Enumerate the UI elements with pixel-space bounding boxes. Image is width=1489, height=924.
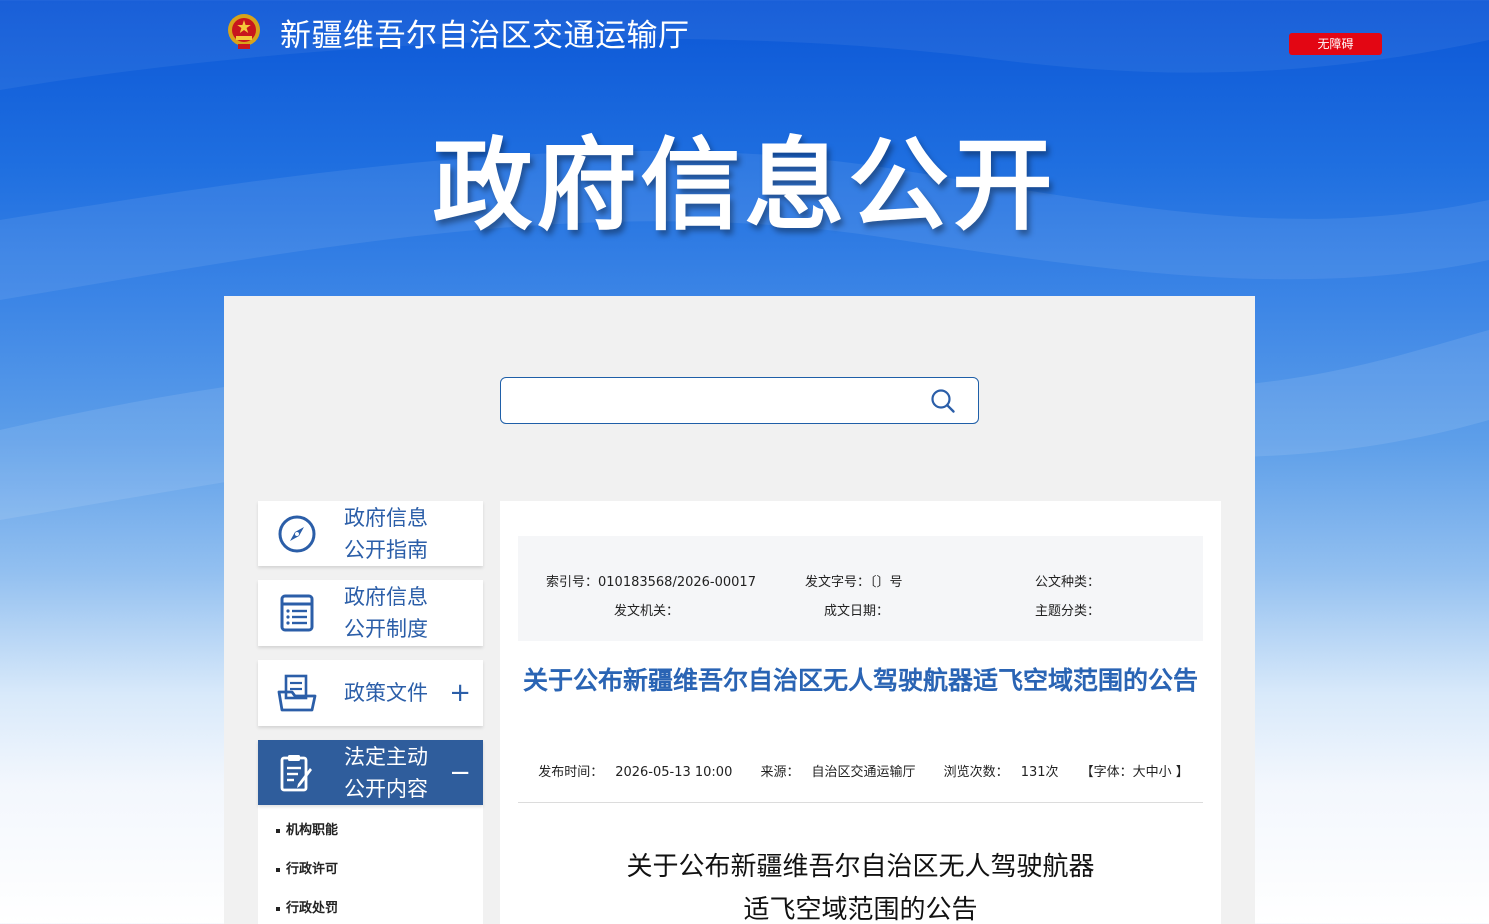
body-title-line: 关于公布新疆维吾尔自治区无人驾驶航器 — [626, 852, 1095, 882]
info-value: 131次 — [1020, 765, 1059, 780]
sidebar-item-mandatory-disclosure[interactable]: 法定主动公开内容 − — [258, 740, 483, 805]
meta-value: 〔〕号 — [870, 575, 903, 590]
article-content: 索引号：010183568/2026-00017 发文字号：〔〕号 公文种类： … — [500, 501, 1221, 924]
compass-icon — [278, 515, 316, 552]
meta-label: 主题分类： — [1035, 604, 1101, 619]
collapse-toggle-icon[interactable]: − — [449, 758, 471, 788]
search-icon[interactable] — [930, 388, 956, 414]
info-value: 自治区交通运输厅 — [811, 765, 916, 780]
sidebar-item-policy[interactable]: 政策文件 + — [258, 660, 483, 726]
site-header: 新疆维吾尔自治区交通运输厅 无障碍 — [0, 0, 1489, 70]
search-input[interactable] — [513, 386, 913, 416]
article-body-title: 关于公布新疆维吾尔自治区无人驾驶航器 适飞空域范围的公告 — [518, 846, 1203, 924]
info-label: 浏览次数： — [943, 765, 1009, 780]
meta-label: 发文字号： — [805, 575, 871, 590]
font-size-control[interactable]: 【字体：大中小 】 — [1081, 765, 1189, 780]
national-emblem-icon — [228, 14, 260, 49]
article-info-bar: 发布时间： 2026-05-13 10:00 来源： 自治区交通运输厅 浏览次数： 1… — [518, 761, 1203, 780]
bullet-icon — [276, 867, 280, 872]
subnav-item-label: 机构职能 — [286, 823, 339, 838]
document-type: 公文种类： — [1035, 571, 1100, 590]
meta-label: 发文机关： — [614, 604, 680, 619]
subnav-item-label: 行政处罚 — [286, 901, 339, 916]
document-metadata: 索引号：010183568/2026-00017 发文字号：〔〕号 公文种类： … — [518, 536, 1203, 641]
folder-document-icon — [277, 674, 317, 712]
sidebar-item-label: 政府信息公开制度 — [344, 585, 428, 641]
divider — [518, 802, 1203, 803]
issuing-authority: 发文机关： — [614, 600, 679, 619]
document-number: 发文字号：〔〕号 — [805, 571, 903, 590]
subnav-item-functions[interactable]: 机构职能 — [258, 819, 483, 858]
main-panel: 政府信息公开指南 政府信息公开制度 政策文件 + 法定主动公开内容 − 机构职能… — [224, 296, 1255, 924]
meta-label: 公文种类： — [1035, 575, 1101, 590]
sidebar-item-label: 政府信息公开指南 — [344, 505, 428, 562]
article-source: 来源： 自治区交通运输厅 — [755, 765, 922, 780]
sidebar-nav: 政府信息公开指南 政府信息公开制度 政策文件 + 法定主动公开内容 − 机构职能… — [258, 501, 483, 924]
meta-label: 成文日期： — [824, 604, 890, 619]
info-label: 发布时间： — [538, 765, 604, 780]
sidebar-item-system[interactable]: 政府信息公开制度 — [258, 580, 483, 646]
accessibility-button[interactable]: 无障碍 — [1289, 33, 1382, 55]
page-hero-title: 政府信息公开 — [432, 127, 1057, 244]
sidebar-subnav: 机构职能 行政许可 行政处罚 — [258, 805, 483, 924]
clipboard-edit-icon — [280, 754, 312, 791]
publish-time: 发布时间： 2026-05-13 10:00 — [532, 765, 738, 780]
subnav-item-licensing[interactable]: 行政许可 — [258, 858, 483, 897]
bullet-icon — [276, 828, 280, 833]
expand-toggle-icon[interactable]: + — [449, 678, 471, 708]
sidebar-item-label: 政策文件 — [344, 681, 428, 705]
document-list-icon — [280, 594, 314, 632]
article-title: 关于公布新疆维吾尔自治区无人驾驶航器适飞空域范围的公告 — [522, 666, 1198, 695]
meta-label: 索引号： — [546, 575, 599, 590]
info-value: 2026-05-13 10:00 — [615, 765, 733, 780]
view-count: 浏览次数： 131次 — [938, 765, 1065, 780]
body-title-line: 适飞空域范围的公告 — [743, 895, 978, 924]
subnav-item-label: 行政许可 — [286, 862, 339, 877]
sidebar-item-label: 法定主动公开内容 — [344, 744, 428, 801]
topic-category: 主题分类： — [1035, 600, 1100, 619]
written-date: 成文日期： — [824, 600, 889, 619]
info-label: 来源： — [760, 765, 800, 780]
index-number: 索引号：010183568/2026-00017 — [546, 571, 756, 590]
search-box — [500, 377, 979, 424]
subnav-item-penalties[interactable]: 行政处罚 — [258, 897, 483, 924]
bullet-icon — [276, 906, 280, 911]
meta-value: 010183568/2026-00017 — [598, 575, 756, 590]
site-name[interactable]: 新疆维吾尔自治区交通运输厅 — [280, 10, 690, 55]
sidebar-item-guide[interactable]: 政府信息公开指南 — [258, 501, 483, 566]
